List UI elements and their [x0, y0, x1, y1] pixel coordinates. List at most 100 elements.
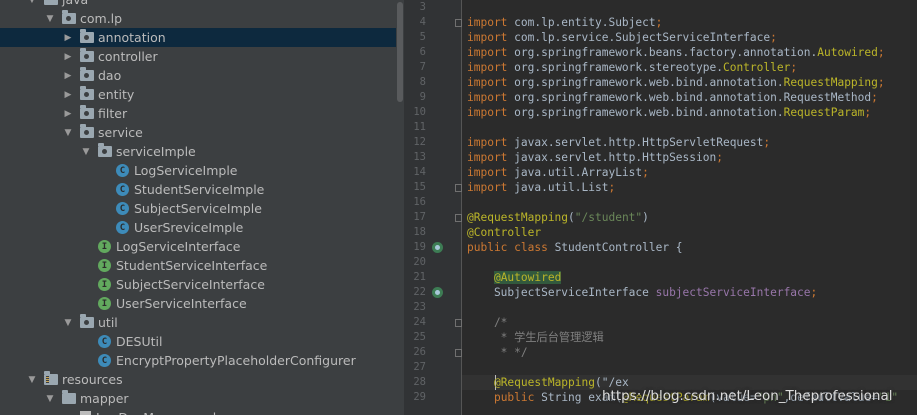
- tree-item-label: UserSreviceImple: [134, 220, 244, 235]
- code-token: import: [467, 16, 515, 29]
- tree-item[interactable]: ▶ filter: [0, 104, 404, 123]
- project-tree-scrollbar[interactable]: [396, 0, 404, 415]
- code-token: com.lp.entity.Subject: [514, 16, 656, 29]
- tree-item[interactable]: ▼ mapper: [0, 389, 404, 408]
- expand-down-icon[interactable]: ▼: [62, 318, 74, 328]
- tree-item[interactable]: ▶ILogServiceInterface: [0, 237, 404, 256]
- tree-item[interactable]: ▶CUserSreviceImple: [0, 218, 404, 237]
- tree-item[interactable]: ▼ util: [0, 313, 404, 332]
- fold-marker-icon[interactable]: [455, 349, 462, 357]
- folder-icon: [62, 390, 76, 404]
- editor-gutter: 3 4 5 6 7 8 9 10 11 12 13 14 15 16 17 18 19 20 21 22 23 24 25 2…: [404, 0, 462, 415]
- interface-icon: I: [98, 259, 111, 272]
- interface-icon: I: [98, 278, 111, 291]
- expand-down-icon[interactable]: ▼: [44, 394, 56, 404]
- code-line: import java.util.ArrayList;: [467, 165, 649, 180]
- line-number: 14: [413, 166, 426, 178]
- tree-item[interactable]: ▶CEncryptPropertyPlaceholderConfigurer: [0, 351, 404, 370]
- tree-item-label: annotation: [98, 30, 166, 45]
- tree-item[interactable]: ▶ dao: [0, 66, 404, 85]
- collapse-right-icon[interactable]: ▶: [62, 52, 74, 62]
- fold-marker-icon[interactable]: [455, 19, 462, 27]
- tree-item[interactable]: ▼ serviceImple: [0, 142, 404, 161]
- code-token: import: [467, 91, 515, 104]
- code-line: import com.lp.service.SubjectServiceInte…: [467, 30, 777, 45]
- code-token: ): [642, 211, 649, 224]
- code-token: org.springframework.web.bind.annotation.: [514, 76, 784, 89]
- expand-down-icon[interactable]: ▼: [80, 147, 92, 157]
- bean-gutter-icon[interactable]: [432, 242, 443, 253]
- tree-item[interactable]: ▶IUserServiceInterface: [0, 294, 404, 313]
- code-token: javax.servlet.http.HttpServletRequest: [514, 136, 764, 149]
- class-icon: C: [98, 354, 111, 367]
- tree-item[interactable]: ▼ service: [0, 123, 404, 142]
- code-token: java.util.List: [514, 181, 609, 194]
- code-token: com.lp.service.SubjectServiceInterface: [514, 31, 771, 44]
- expand-down-icon[interactable]: ▼: [62, 128, 74, 138]
- line-number: 21: [413, 271, 426, 283]
- tree-item-label: EncryptPropertyPlaceholderConfigurer: [116, 353, 356, 368]
- code-token: org.springframework.stereotype.: [514, 61, 723, 74]
- code-token: @Autowired: [493, 271, 562, 284]
- tree-item[interactable]: ▼ com.lp: [0, 9, 404, 28]
- tree-item[interactable]: ▶ annotation: [0, 28, 404, 47]
- collapse-right-icon[interactable]: ▶: [62, 71, 74, 81]
- line-number: 16: [413, 196, 426, 208]
- tree-item[interactable]: ▶CSubjectServiceImple: [0, 199, 404, 218]
- code-line: import javax.servlet.http.HttpServletReq…: [467, 135, 770, 150]
- package-icon: [80, 29, 94, 43]
- collapse-right-icon[interactable]: ▶: [62, 33, 74, 43]
- code-token: import: [467, 46, 515, 59]
- tree-item-label: java: [62, 0, 88, 7]
- expand-down-icon[interactable]: ▼: [26, 0, 38, 5]
- code-token: /*: [467, 316, 508, 329]
- tree-item[interactable]: ▶ISubjectServiceInterface: [0, 275, 404, 294]
- tree-item-label: filter: [98, 106, 128, 121]
- code-token: ;: [763, 136, 771, 149]
- code-token: ;: [864, 106, 872, 119]
- expand-down-icon[interactable]: ▼: [26, 375, 38, 385]
- line-number: 15: [413, 181, 426, 193]
- code-token: String: [541, 391, 589, 404]
- class-icon: C: [116, 202, 129, 215]
- line-number: 5: [419, 31, 426, 43]
- tree-item-label: util: [98, 315, 118, 330]
- code-token: * 学生后台管理逻辑: [467, 331, 604, 344]
- bean-gutter-icon[interactable]: [432, 287, 443, 298]
- tree-item[interactable]: ▼ java: [0, 0, 404, 9]
- collapse-right-icon[interactable]: ▶: [62, 90, 74, 100]
- expand-down-icon[interactable]: ▼: [44, 14, 56, 24]
- scrollbar-thumb[interactable]: [397, 2, 403, 102]
- line-number: 23: [413, 301, 426, 313]
- source-folder-icon: [44, 0, 58, 5]
- line-number: 6: [419, 46, 426, 58]
- line-number: 3: [419, 1, 426, 13]
- tree-item[interactable]: ▶ controller: [0, 47, 404, 66]
- code-token: import: [467, 151, 515, 164]
- tree-item[interactable]: ▶CDESUtil: [0, 332, 404, 351]
- code-token: (: [568, 211, 575, 224]
- code-line: /*: [467, 315, 507, 330]
- tree-item[interactable]: ▶CLogServiceImple: [0, 161, 404, 180]
- tree-item-label: resources: [62, 372, 123, 387]
- tree-item[interactable]: ▶CStudentServiceImple: [0, 180, 404, 199]
- code-token: ;: [655, 16, 663, 29]
- line-number: 17: [413, 211, 426, 223]
- fold-marker-icon[interactable]: [455, 184, 462, 192]
- code-line: import org.springframework.web.bind.anno…: [467, 75, 885, 90]
- tree-item[interactable]: ▶IStudentServiceInterface: [0, 256, 404, 275]
- code-editor[interactable]: 3 4 5 6 7 8 9 10 11 12 13 14 15 16 17 18 19 20 21 22 23 24 25 2…: [404, 0, 917, 415]
- fold-marker-icon[interactable]: [455, 319, 462, 327]
- tree-item-label: DESUtil: [116, 334, 163, 349]
- tree-item[interactable]: ▶ entity: [0, 85, 404, 104]
- tree-item-label: controller: [98, 49, 158, 64]
- collapse-right-icon[interactable]: ▶: [62, 109, 74, 119]
- code-line: @RequestMapping("/student"): [467, 210, 649, 225]
- code-line: * */: [467, 345, 528, 360]
- code-token: import: [467, 166, 515, 179]
- fold-marker-icon[interactable]: [455, 214, 462, 222]
- tree-item[interactable]: ▶LogDaoMapper.xml: [0, 408, 404, 415]
- tree-item[interactable]: ▼ resources: [0, 370, 404, 389]
